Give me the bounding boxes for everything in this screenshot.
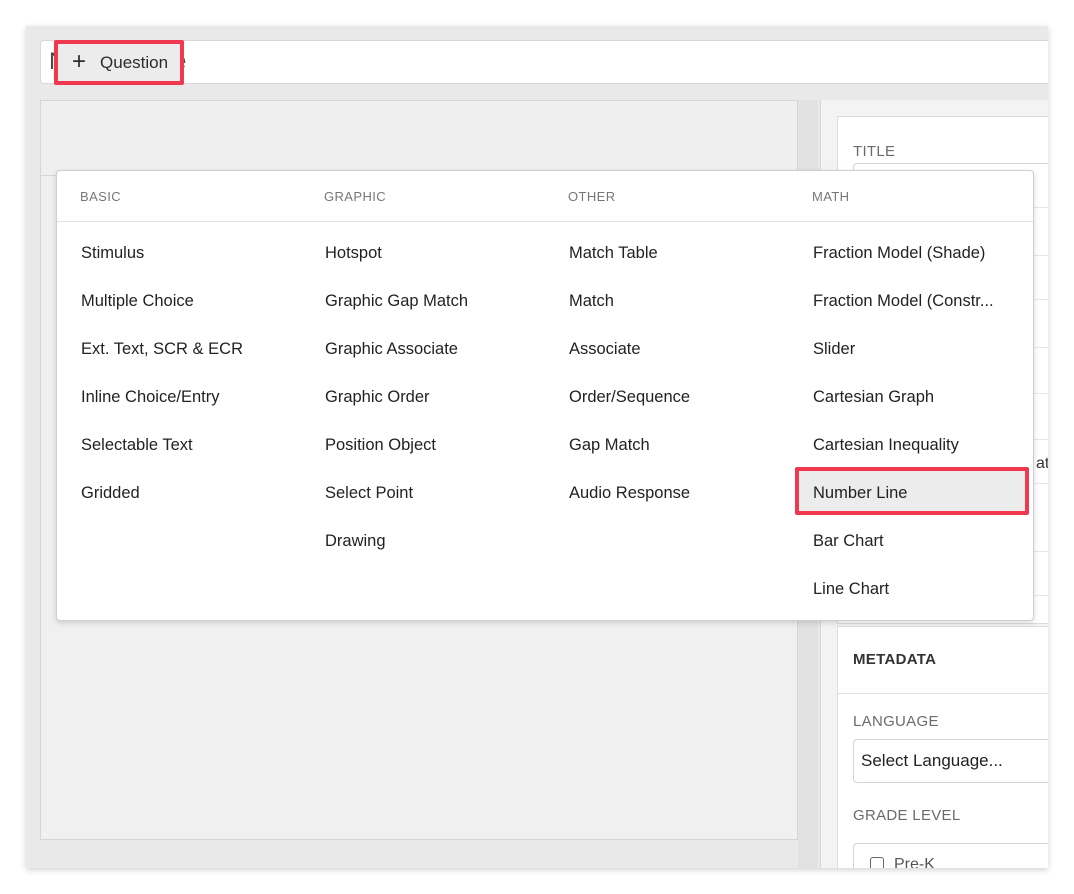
grade-level-label: GRADE LEVEL <box>853 807 961 824</box>
column-header-other: OTHER <box>568 189 616 204</box>
menu-item-slider[interactable]: Slider <box>813 325 855 373</box>
menu-item-fraction-model-shade[interactable]: Fraction Model (Shade) <box>813 229 985 277</box>
menu-item-number-line[interactable]: Number Line <box>795 467 1029 515</box>
editor-frame: + Question TITLE at METADATA LANGUAGE Se… <box>26 26 1048 868</box>
grade-option-label: Pre-K <box>894 856 935 868</box>
menu-item-match[interactable]: Match <box>569 277 614 325</box>
add-question-label: Question <box>100 52 169 72</box>
menu-item-hotspot[interactable]: Hotspot <box>325 229 382 277</box>
column-header-graphic: GRAPHIC <box>324 189 387 204</box>
divider <box>838 693 1048 694</box>
menu-item-gridded[interactable]: Gridded <box>81 469 140 517</box>
menu-item-associate[interactable]: Associate <box>569 325 641 373</box>
plus-icon: + <box>72 47 87 75</box>
menu-item-line-chart[interactable]: Line Chart <box>813 565 889 613</box>
metadata-heading: METADATA <box>853 651 937 668</box>
language-select[interactable]: Select Language... <box>853 739 1048 783</box>
metadata-card: METADATA LANGUAGE Select Language... GRA… <box>837 626 1048 868</box>
question-toolbar <box>41 101 797 176</box>
menu-item-stimulus[interactable]: Stimulus <box>81 229 144 277</box>
partial-label: at <box>1036 455 1048 472</box>
menu-item-graphic-associate[interactable]: Graphic Associate <box>325 325 458 373</box>
column-header-math: MATH <box>812 189 850 204</box>
menu-item-audio-response[interactable]: Audio Response <box>569 469 690 517</box>
grade-option-pre-k[interactable]: Pre-K <box>853 843 1048 868</box>
menu-item-fraction-model-construct[interactable]: Fraction Model (Constr... <box>813 277 994 325</box>
column-header-basic: BASIC <box>80 189 122 204</box>
menu-item-select-point[interactable]: Select Point <box>325 469 413 517</box>
menu-item-cartesian-inequality[interactable]: Cartesian Inequality <box>813 421 959 469</box>
menu-item-order-sequence[interactable]: Order/Sequence <box>569 373 690 421</box>
question-type-menu: BASIC GRAPHIC OTHER MATH Stimulus Multip… <box>56 170 1034 621</box>
menu-item-gap-match[interactable]: Gap Match <box>569 421 650 469</box>
menu-item-multiple-choice[interactable]: Multiple Choice <box>81 277 194 325</box>
menu-item-bar-chart[interactable]: Bar Chart <box>813 517 884 565</box>
menu-item-graphic-order[interactable]: Graphic Order <box>325 373 430 421</box>
menu-item-inline-choice[interactable]: Inline Choice/Entry <box>81 373 220 421</box>
menu-item-selectable-text[interactable]: Selectable Text <box>81 421 193 469</box>
title-label: TITLE <box>853 143 896 160</box>
item-title-input[interactable] <box>40 40 1048 84</box>
language-select-value: Select Language... <box>861 751 1003 770</box>
menu-item-ext-text[interactable]: Ext. Text, SCR & ECR <box>81 325 243 373</box>
menu-item-drawing[interactable]: Drawing <box>325 517 386 565</box>
language-label: LANGUAGE <box>853 713 939 730</box>
menu-item-graphic-gap-match[interactable]: Graphic Gap Match <box>325 277 468 325</box>
add-question-button[interactable]: + Question <box>54 40 184 85</box>
menu-header: BASIC GRAPHIC OTHER MATH <box>57 171 1033 222</box>
checkbox-icon[interactable] <box>870 857 884 868</box>
menu-item-cartesian-graph[interactable]: Cartesian Graph <box>813 373 934 421</box>
menu-item-position-object[interactable]: Position Object <box>325 421 436 469</box>
menu-item-match-table[interactable]: Match Table <box>569 229 658 277</box>
